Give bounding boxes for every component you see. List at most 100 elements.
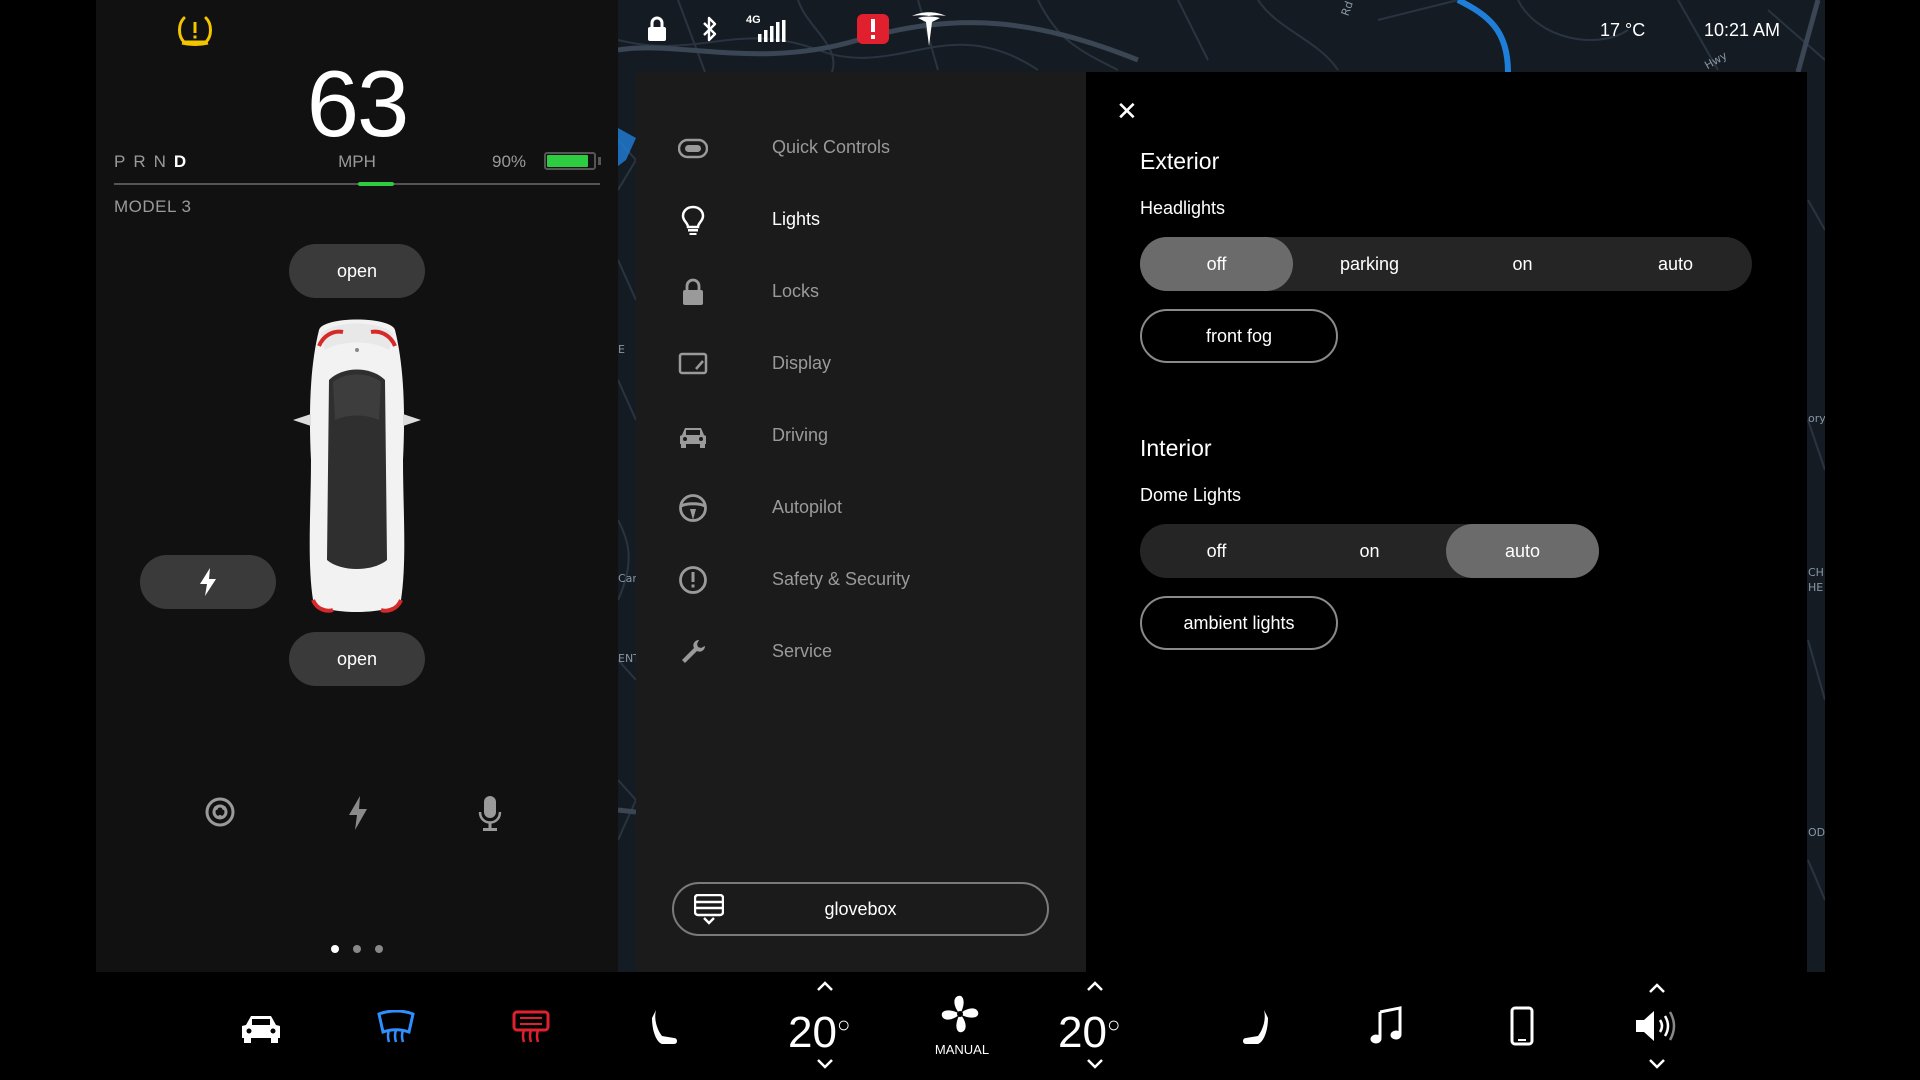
page-dot[interactable] — [331, 945, 339, 953]
passenger-seat-heater-icon[interactable] — [1240, 1008, 1268, 1046]
driver-temperature-value: 20 — [788, 1008, 837, 1057]
interior-section-title: Interior — [1140, 435, 1212, 461]
driver-temperature[interactable]: 20○ — [788, 1008, 850, 1058]
car-top-view-icon — [293, 319, 421, 613]
headlights-option-parking[interactable]: parking — [1293, 237, 1446, 291]
tesla-logo-icon[interactable] — [910, 10, 948, 48]
alert-notification-icon[interactable] — [857, 14, 889, 44]
model-name: MODEL 3 — [114, 197, 192, 216]
car-icon[interactable] — [240, 1012, 282, 1044]
map-label: ory — [1808, 412, 1825, 425]
menu-item-label: Autopilot — [772, 497, 843, 517]
menu-item-locks[interactable]: Locks — [678, 271, 1058, 311]
speed-readout: 63 — [306, 51, 410, 156]
menu-item-service[interactable]: Service — [678, 631, 1058, 671]
battery-percent: 90% — [492, 152, 527, 171]
menu-item-label: Lights — [772, 209, 821, 229]
headlights-label: Headlights — [1140, 198, 1226, 218]
map-label: E — [618, 343, 625, 356]
settings-menu: Quick Controls Lights Locks Display Driv… — [636, 72, 1086, 972]
passenger-temperature[interactable]: 20○ — [1058, 1008, 1120, 1058]
headlights-option-off[interactable]: off — [1140, 237, 1293, 291]
close-icon[interactable]: ✕ — [1116, 98, 1138, 124]
tire-settings-icon[interactable] — [204, 796, 236, 828]
headlights-option-auto[interactable]: auto — [1599, 237, 1752, 291]
driver-temp-down-icon[interactable] — [816, 1058, 834, 1070]
dome-lights-segmented-control: off on auto — [1140, 524, 1599, 578]
toggle-icon — [678, 138, 708, 159]
outside-temperature: 17 °C — [1600, 20, 1646, 40]
map-label: CH — [1808, 566, 1824, 579]
tire-pressure-warning-icon[interactable] — [176, 14, 214, 46]
signal-strength-icon — [758, 20, 786, 42]
lock-icon[interactable] — [647, 16, 667, 42]
map-label: Car — [618, 572, 637, 585]
driver-seat-heater-icon[interactable] — [652, 1008, 680, 1046]
battery-icon — [544, 152, 596, 170]
passenger-temperature-value: 20 — [1058, 1008, 1107, 1057]
dome-lights-label: Dome Lights — [1140, 485, 1242, 505]
menu-item-lights[interactable]: Lights — [678, 199, 1058, 239]
page-indicator — [96, 940, 618, 958]
menu-item-display[interactable]: Display — [678, 343, 1058, 383]
bottom-dock: 20○ MANUAL 20○ — [0, 972, 1920, 1080]
lightbulb-icon — [681, 205, 705, 235]
menu-item-quick-controls[interactable]: Quick Controls — [678, 127, 1058, 167]
page-dot[interactable] — [353, 945, 361, 953]
menu-item-label: Quick Controls — [772, 137, 891, 157]
lights-settings-panel: ✕ Exterior Headlights off parking on aut… — [1086, 72, 1807, 972]
glovebox-label: glovebox — [824, 899, 897, 919]
menu-item-label: Display — [772, 353, 832, 373]
alert-circle-icon — [679, 566, 707, 594]
charge-port-button[interactable] — [140, 555, 276, 609]
dome-option-off[interactable]: off — [1140, 524, 1293, 578]
lightning-icon — [200, 568, 216, 596]
volume-up-icon[interactable] — [1648, 982, 1666, 994]
menu-item-label: Service — [772, 641, 833, 661]
vehicle-status-panel: 63 PRND MPH 90% MODEL 3 open open — [96, 0, 618, 972]
bluetooth-icon[interactable] — [702, 16, 718, 42]
passenger-temp-down-icon[interactable] — [1086, 1058, 1104, 1070]
front-defrost-icon[interactable] — [377, 1010, 415, 1044]
steering-wheel-icon — [679, 494, 707, 522]
fan-icon[interactable] — [940, 994, 980, 1034]
menu-item-safety-security[interactable]: Safety & Security — [678, 559, 1058, 599]
driver-temp-up-icon[interactable] — [816, 980, 834, 992]
volume-down-icon[interactable] — [1648, 1058, 1666, 1070]
glovebox-button[interactable]: glovebox — [672, 882, 1049, 936]
speed-unit: MPH — [338, 152, 376, 171]
speaker-volume-icon[interactable] — [1634, 1008, 1680, 1044]
degree-symbol: ○ — [836, 1012, 851, 1037]
music-note-icon[interactable] — [1370, 1006, 1402, 1046]
display-icon — [678, 352, 708, 375]
battery-fill — [547, 155, 589, 167]
fan-mode-label: MANUAL — [934, 1042, 990, 1057]
rear-defrost-icon[interactable] — [512, 1010, 550, 1044]
headlights-segmented-control: off parking on auto — [1140, 237, 1752, 291]
page-dot[interactable] — [375, 945, 383, 953]
front-fog-button[interactable]: front fog — [1140, 309, 1338, 363]
microphone-icon[interactable] — [478, 796, 502, 832]
wrench-icon — [682, 640, 705, 663]
battery-tip — [598, 157, 601, 165]
speed-indicator — [358, 182, 394, 186]
degree-symbol: ○ — [1106, 1012, 1121, 1037]
exterior-section-title: Exterior — [1140, 148, 1220, 174]
car-front-icon — [680, 428, 706, 448]
menu-item-label: Driving — [772, 425, 829, 445]
menu-item-label: Safety & Security — [772, 569, 911, 589]
open-trunk-button[interactable]: open — [289, 632, 425, 686]
charging-icon[interactable] — [346, 796, 370, 830]
dome-option-on[interactable]: on — [1293, 524, 1446, 578]
menu-item-driving[interactable]: Driving — [678, 415, 1058, 455]
menu-item-label: Locks — [772, 281, 820, 301]
passenger-temp-up-icon[interactable] — [1086, 980, 1104, 992]
clock: 10:21 AM — [1704, 20, 1781, 40]
phone-icon[interactable] — [1510, 1006, 1534, 1046]
open-frunk-button[interactable]: open — [289, 244, 425, 298]
dome-option-auto[interactable]: auto — [1446, 524, 1599, 578]
menu-item-autopilot[interactable]: Autopilot — [678, 487, 1058, 527]
lock-icon — [683, 278, 703, 305]
headlights-option-on[interactable]: on — [1446, 237, 1599, 291]
ambient-lights-button[interactable]: ambient lights — [1140, 596, 1338, 650]
